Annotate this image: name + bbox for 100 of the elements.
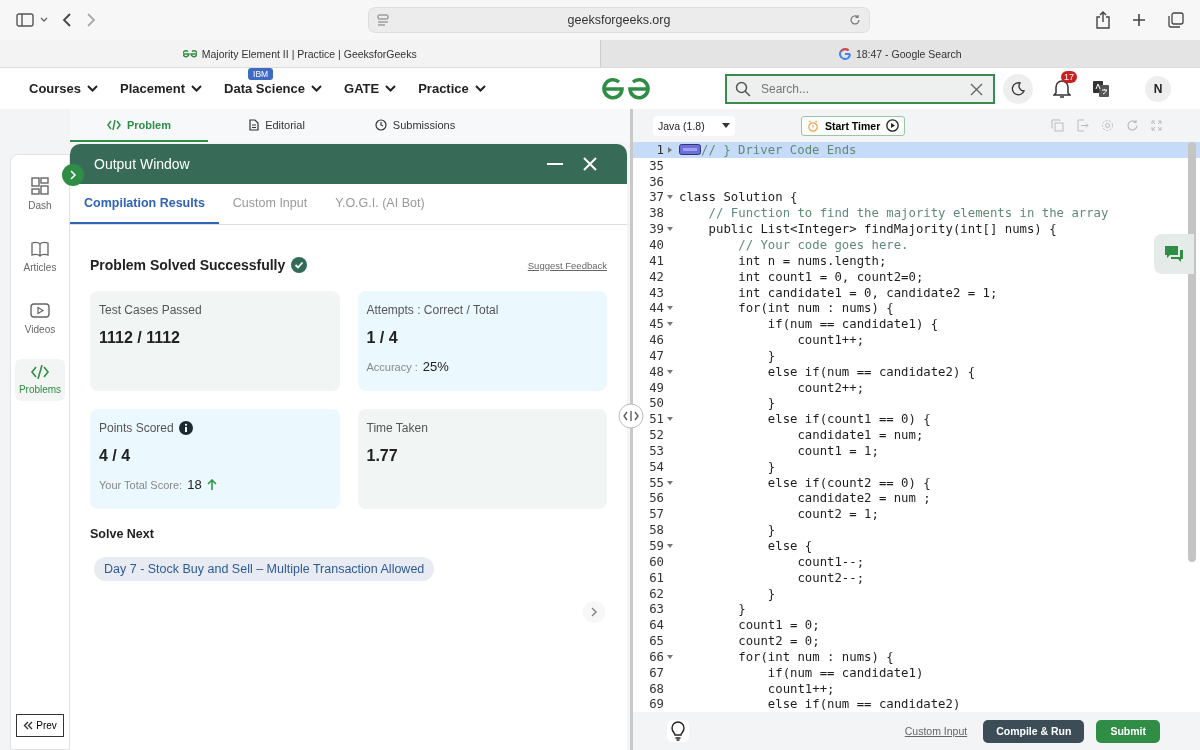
caret-icon	[474, 85, 486, 92]
address-bar[interactable]: geeksforgeeks.org	[368, 7, 870, 33]
back-icon[interactable]	[62, 12, 72, 28]
start-timer-button[interactable]: Start Timer	[801, 115, 906, 136]
folded-code-icon[interactable]	[679, 144, 701, 156]
code-line: for(int num : nums) {	[737, 301, 894, 316]
code-line: }	[766, 586, 776, 601]
fold-icon[interactable]	[667, 322, 673, 327]
line-number: 40	[648, 238, 664, 252]
nav-menu-item[interactable]: GATE	[344, 81, 397, 96]
user-avatar[interactable]: N	[1145, 75, 1171, 102]
code-line: public List<Integer> findMajority(int[] nums) {	[707, 222, 1057, 237]
card-label: Time Taken	[366, 421, 428, 435]
browser-tab[interactable]: 18:47 - Google Search	[599, 40, 1200, 67]
logo-icon[interactable]	[601, 76, 651, 101]
problem-chip[interactable]: Day 7 - Stock Buy and Sell – Multiple Transaction Allowed	[94, 557, 435, 581]
resize-handle[interactable]	[618, 403, 644, 429]
detail-value: 18	[187, 477, 202, 492]
sidebar-item[interactable]: Problems	[15, 359, 65, 401]
line-number: 51	[648, 412, 664, 427]
nav-menu-item[interactable]: Placement	[120, 81, 203, 96]
book-icon	[31, 241, 49, 257]
sidebar-item[interactable]: Dash	[15, 171, 65, 217]
chat-button[interactable]	[1154, 234, 1194, 274]
line-number: 47	[648, 348, 664, 363]
caret-icon[interactable]	[40, 17, 48, 23]
problem-tab[interactable]: Submissions	[346, 109, 484, 142]
line-number: 41	[648, 253, 664, 268]
tab-overview-icon[interactable]	[1168, 12, 1184, 28]
translate-icon[interactable]	[1093, 80, 1109, 97]
code-line: if(num == candidate1) {	[766, 317, 939, 332]
line-number: 44	[648, 301, 664, 316]
fold-icon[interactable]	[667, 544, 673, 548]
dashboard-icon	[31, 177, 49, 195]
reload-icon[interactable]	[849, 14, 861, 26]
line-number: 43	[648, 285, 664, 300]
line-number: 54	[648, 459, 664, 474]
code-line: count1++;	[766, 681, 835, 696]
fold-icon[interactable]	[667, 369, 673, 374]
sidebar-item[interactable]: Videos	[15, 297, 65, 341]
caret-icon	[385, 85, 397, 92]
fold-icon[interactable]	[667, 654, 673, 659]
line-number: 67	[648, 665, 664, 680]
code-line: }	[766, 523, 776, 538]
sidebar-toggle-icon[interactable]	[16, 13, 34, 27]
close-icon[interactable]	[583, 157, 597, 171]
google-icon	[838, 47, 851, 60]
unfold-icon[interactable]	[668, 146, 672, 153]
fold-icon[interactable]	[667, 306, 673, 311]
scrollbar[interactable]	[1188, 142, 1196, 562]
code-line: }	[766, 348, 776, 363]
double-chevron-icon	[23, 721, 34, 730]
hint-button[interactable]	[667, 720, 689, 742]
fold-icon[interactable]	[667, 417, 673, 422]
line-number: 61	[648, 570, 664, 585]
browser-tab[interactable]: Majority Element II | Practice | GeeksforGeeks	[0, 40, 600, 67]
dark-mode-button[interactable]	[1003, 73, 1033, 104]
nav-menu-item[interactable]: Courses	[29, 81, 99, 96]
sidebar-item[interactable]: Articles	[15, 235, 65, 279]
language-dropdown[interactable]: Java (1.8)	[653, 115, 735, 136]
code-editor[interactable]	[633, 142, 1200, 712]
line-number: 56	[648, 491, 664, 506]
card-label: Attempts : Correct / Total	[366, 303, 499, 317]
line-number: 49	[648, 380, 664, 395]
feedback-link[interactable]: Suggest Feedback	[527, 259, 607, 271]
nav-menu-item[interactable]: Practice	[418, 81, 486, 96]
fold-icon[interactable]	[667, 195, 673, 200]
code-line: int count1 = 0, count2=0;	[737, 269, 924, 284]
code-line: int n = nums.length;	[737, 253, 887, 268]
fold-icon[interactable]	[667, 227, 673, 232]
code-line: else if(count1 == 0) {	[766, 412, 931, 427]
code-line: // } Driver Code Ends	[701, 142, 857, 157]
notification-count: 17	[1061, 70, 1077, 83]
custom-input-link[interactable]: Custom Input	[904, 725, 968, 737]
new-tab-icon[interactable]	[1132, 13, 1146, 27]
expand-icon[interactable]	[62, 164, 84, 186]
output-tab[interactable]: Compilation Results	[70, 184, 219, 224]
search-field[interactable]: Search...	[725, 73, 995, 104]
chat-icon	[1164, 245, 1184, 263]
card-value: 1112 / 1112	[99, 329, 181, 347]
code-line: count1 = 0;	[737, 618, 820, 633]
code-line: }	[737, 602, 746, 617]
line-number: 63	[648, 602, 664, 617]
line-number: 62	[648, 586, 664, 601]
fold-icon[interactable]	[667, 480, 673, 485]
problem-tab[interactable]: Editorial	[208, 109, 346, 142]
line-number: 48	[648, 364, 664, 379]
problem-tab[interactable]: Problem	[70, 109, 208, 142]
minimize-icon[interactable]	[547, 162, 563, 166]
caret-icon	[87, 85, 99, 92]
clear-icon[interactable]	[970, 82, 983, 96]
prev-button[interactable]: Prev	[16, 714, 64, 737]
submit-button[interactable]: Submit	[1096, 719, 1160, 743]
code-line: else if(num == candidate2)	[766, 697, 961, 712]
share-icon[interactable]	[1096, 11, 1110, 29]
compile-run-button[interactable]: Compile & Run	[983, 719, 1085, 743]
info-icon[interactable]	[178, 421, 193, 435]
bell-icon[interactable]	[1053, 78, 1071, 99]
card-value: 1 / 4	[366, 329, 399, 347]
line-number: 66	[648, 649, 664, 664]
